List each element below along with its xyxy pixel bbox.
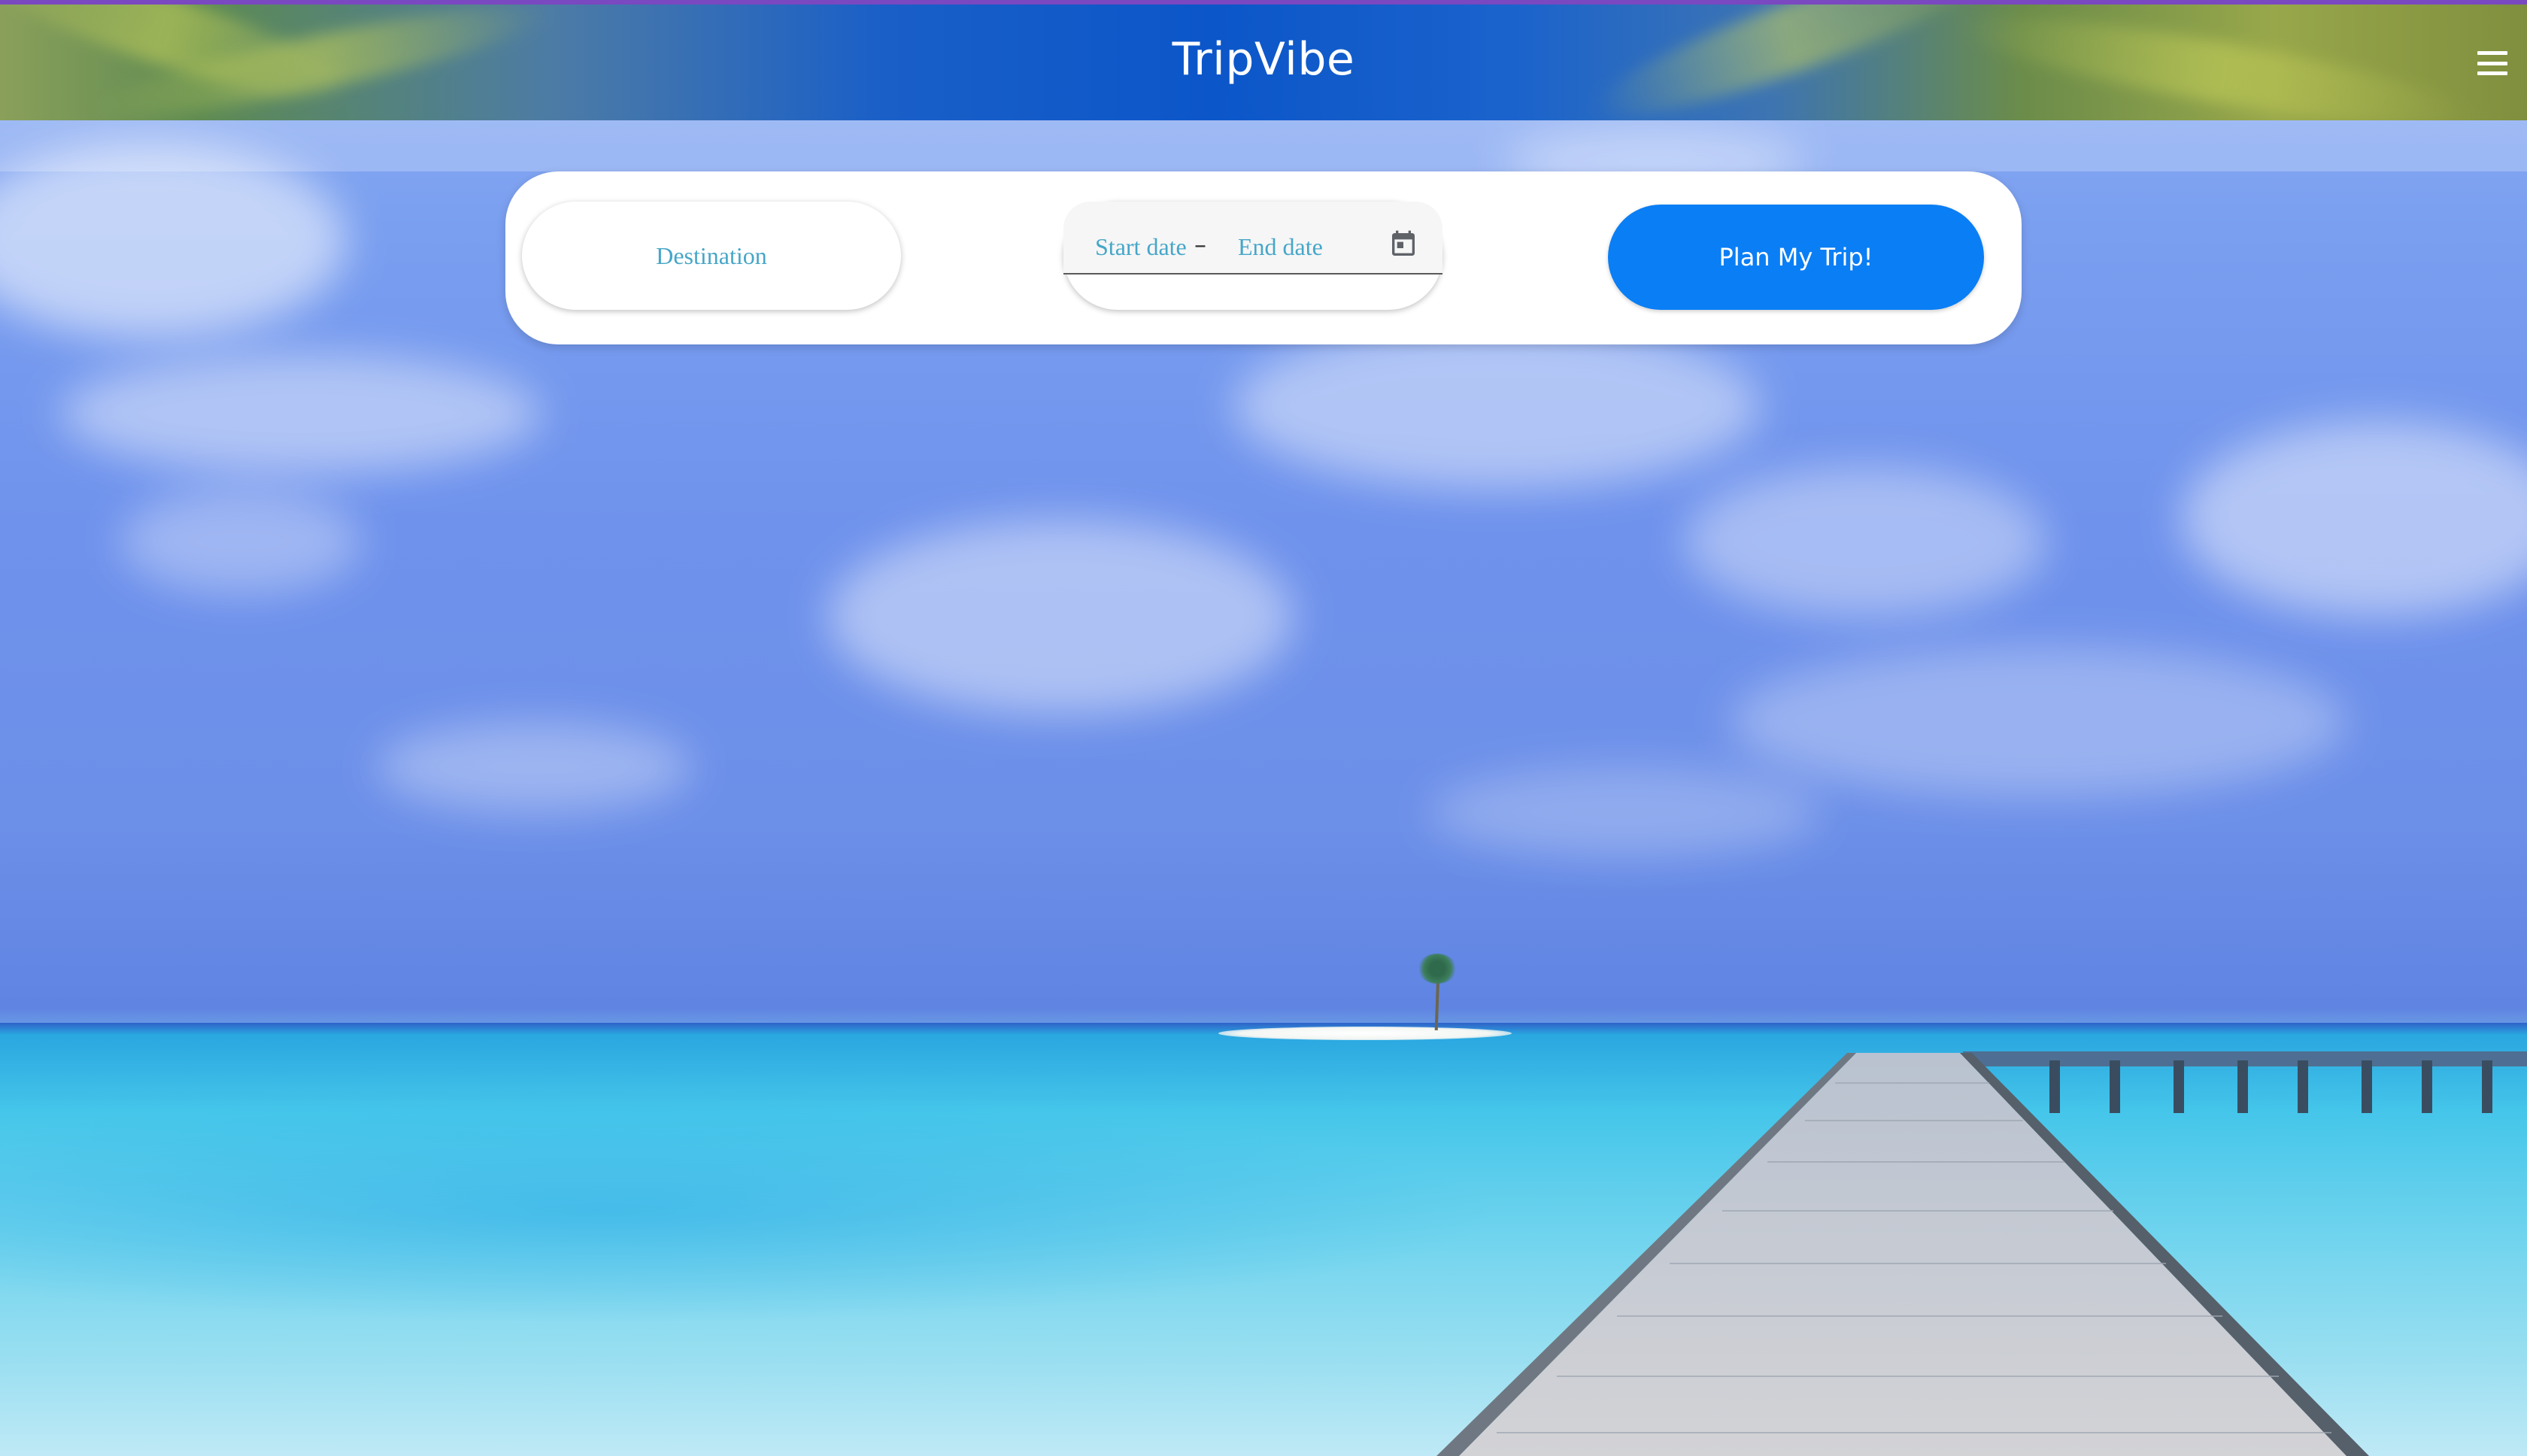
date-separator: –	[1194, 230, 1206, 259]
destination-field	[522, 202, 901, 310]
destination-input[interactable]	[522, 202, 901, 310]
calendar-icon[interactable]	[1388, 229, 1418, 260]
start-date-input[interactable]: Start date	[1095, 233, 1187, 261]
header-banner: TripVibe	[0, 5, 2527, 120]
hamburger-menu-icon[interactable]	[2476, 50, 2509, 77]
date-range-field[interactable]: Start date – End date	[1063, 202, 1442, 310]
search-backdrop	[0, 120, 2527, 171]
date-range-input[interactable]: Start date – End date	[1063, 202, 1442, 275]
app-title: TripVibe	[1172, 33, 1355, 86]
end-date-input[interactable]: End date	[1238, 233, 1323, 261]
plan-my-trip-button[interactable]: Plan My Trip!	[1608, 205, 1984, 310]
